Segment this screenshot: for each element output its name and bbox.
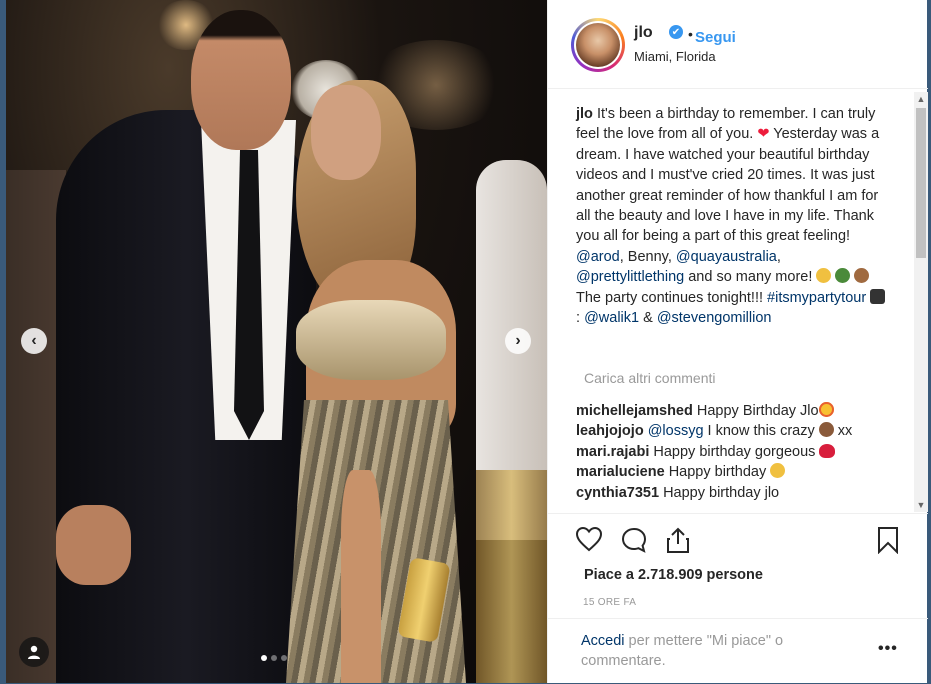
bottle-icon	[835, 268, 851, 284]
comment-item: leahjojojo @lossyg I know this crazy xx	[576, 422, 853, 440]
comment-author[interactable]: marialuciene	[576, 464, 665, 480]
avatar	[576, 23, 620, 67]
comment-item: mari.rajabi Happy birthday gorgeous	[576, 442, 896, 462]
comment-item: marialuciene Happy birthday	[576, 462, 896, 482]
woman-face	[311, 85, 381, 180]
comment-author[interactable]: mari.rajabi	[576, 444, 649, 460]
mention-link[interactable]: @walik1	[584, 310, 639, 326]
comment-item: michellejamshed Happy Birthday Jlo	[576, 401, 896, 421]
caption-author[interactable]: jlo	[576, 106, 593, 122]
woman-leg	[341, 470, 381, 683]
gold-chair	[476, 470, 547, 683]
username-link[interactable]: jlo	[634, 24, 653, 42]
post-header: jlo ✔ • Segui Miami, Florida	[548, 0, 928, 89]
comment-author[interactable]: cynthia7351	[576, 485, 659, 501]
carousel-dot	[281, 655, 287, 661]
user-icon	[28, 645, 40, 659]
share-icon[interactable]	[665, 526, 691, 554]
red-heart-emoji-icon	[819, 443, 836, 458]
mention-link[interactable]: @lossyg	[648, 423, 704, 439]
gold-dress-top	[296, 300, 446, 380]
likes-count[interactable]: Piace a 2.718.909 persone	[584, 567, 763, 583]
chevron-right-icon: ›	[515, 332, 521, 349]
mention-link[interactable]: @stevengomillion	[657, 310, 772, 326]
location-link[interactable]: Miami, Florida	[634, 49, 716, 64]
like-heart-icon[interactable]	[575, 526, 603, 552]
tagged-users-button[interactable]	[19, 637, 49, 667]
post-photo[interactable]: ‹ ›	[6, 0, 547, 683]
camera-icon	[870, 288, 886, 304]
separator-dot: •	[688, 26, 693, 42]
comment-author[interactable]: michellejamshed	[576, 403, 693, 419]
load-more-comments-button[interactable]: Carica altri commenti	[584, 370, 715, 386]
hashtag-link[interactable]: #itsmypartytour	[767, 290, 866, 306]
man-hand	[56, 505, 131, 585]
post-modal: ‹ › jlo ✔ • Segui Miami, Florida jlo It'…	[6, 0, 928, 683]
comment-icon[interactable]	[620, 526, 648, 554]
login-link[interactable]: Accedi	[581, 633, 625, 649]
carousel-next-button[interactable]: ›	[505, 328, 531, 354]
cake-icon	[854, 268, 870, 284]
add-comment-section: Accedi per mettere "Mi piace" o commenta…	[548, 618, 928, 684]
scroll-down-arrow-icon[interactable]: ▼	[914, 498, 928, 512]
party-face-emoji-icon	[770, 463, 786, 479]
mention-link[interactable]: @quayaustralia	[676, 249, 777, 265]
login-prompt: Accedi per mettere "Mi piace" o commenta…	[581, 633, 784, 670]
post-timestamp: 15 ORE FA	[583, 597, 637, 608]
carousel-dot	[271, 655, 277, 661]
verified-badge-icon: ✔	[669, 25, 683, 39]
comment-item: cynthia7351 Happy birthday jlo	[576, 484, 780, 501]
comments-section[interactable]: jlo It's been a birthday to remember. I …	[548, 92, 911, 512]
comments-scrollbar[interactable]: ▲ ▼	[914, 92, 928, 512]
carousel-indicator	[261, 655, 287, 661]
carousel-dot	[261, 655, 267, 661]
chevron-left-icon: ‹	[31, 332, 37, 349]
post-actions	[548, 513, 928, 564]
monkey-emoji-icon	[818, 422, 834, 438]
mention-link[interactable]: @prettylittlething	[576, 269, 684, 285]
scrollbar-thumb[interactable]	[916, 108, 926, 258]
story-ring[interactable]	[571, 18, 625, 72]
more-options-icon[interactable]: •••	[878, 640, 898, 658]
party-emoji-icons	[816, 268, 870, 285]
comment-list: michellejamshed Happy Birthday Jlo leahj…	[576, 401, 896, 503]
party-popper-icon	[816, 268, 832, 284]
bookmark-icon[interactable]	[876, 526, 900, 554]
man-head	[191, 10, 291, 150]
comment-author[interactable]: leahjojojo	[576, 423, 644, 439]
red-heart-icon: ❤	[757, 126, 770, 143]
post-caption: jlo It's been a birthday to remember. I …	[576, 104, 886, 328]
heart-eyes-emoji-icon	[818, 402, 834, 417]
follow-button[interactable]: Segui	[695, 29, 736, 46]
mention-link[interactable]: @arod	[576, 249, 620, 265]
carousel-prev-button[interactable]: ‹	[21, 328, 47, 354]
post-side-panel: jlo ✔ • Segui Miami, Florida jlo It's be…	[547, 0, 928, 683]
scroll-up-arrow-icon[interactable]: ▲	[914, 92, 928, 106]
